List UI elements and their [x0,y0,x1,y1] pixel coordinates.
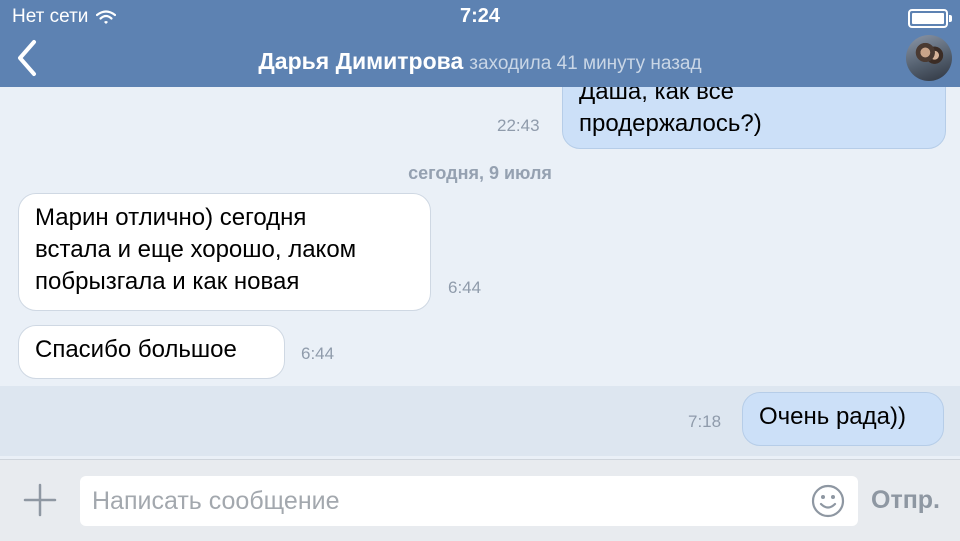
message-text-line: продержалось?) [579,110,762,137]
emoji-button[interactable] [811,484,845,518]
message-bubble-outgoing[interactable]: Даша, как все продержалось?) [562,87,946,149]
status-bar: Нет сети 7:24 [0,0,960,34]
message-time: 6:44 [301,344,335,363]
message-bubble-incoming[interactable]: Спасибо большое [18,325,285,379]
message-time: 6:44 [448,278,482,297]
contact-name: Дарья Димитрова [258,48,464,74]
message-text-line: Марин отлично) сегодня [35,204,307,231]
send-button[interactable]: Отпр. [871,486,940,515]
nav-bar: Дарья Димитрова заходила 41 минуту назад [0,34,960,87]
smiley-icon [811,484,845,518]
message-input[interactable] [80,476,858,526]
message-bubble-outgoing[interactable]: Очень рада)) [742,392,944,446]
message-bubble-incoming[interactable]: Марин отлично) сегодня встала и еще хоро… [18,193,431,311]
status-time: 7:24 [459,5,501,27]
message-text-line: Спасибо большое [35,336,237,363]
date-separator: сегодня, 9 июля [408,163,552,183]
last-seen-status: заходила 41 минуту назад [469,53,702,74]
conversation-title[interactable]: Дарья Димитрова заходила 41 минуту назад [0,48,960,75]
message-composer: Отпр. [0,459,960,541]
message-text-line: встала и еще хорошо, лаком [35,236,357,263]
message-text-line: Очень рада)) [759,403,906,430]
header: Нет сети 7:24 Дарья Димитрова заходила 41… [0,0,960,87]
avatar[interactable] [906,35,952,81]
plus-icon [23,483,57,517]
message-time: 22:43 [497,116,540,135]
battery-icon [908,9,952,28]
attach-button[interactable] [22,482,58,518]
message-list[interactable]: Даша, как все продержалось?) 22:43 сегод… [0,87,960,459]
message-text-line: Даша, как все [579,87,734,105]
message-time: 7:18 [688,412,722,431]
message-text-line: побрызгала и как новая [35,268,300,295]
